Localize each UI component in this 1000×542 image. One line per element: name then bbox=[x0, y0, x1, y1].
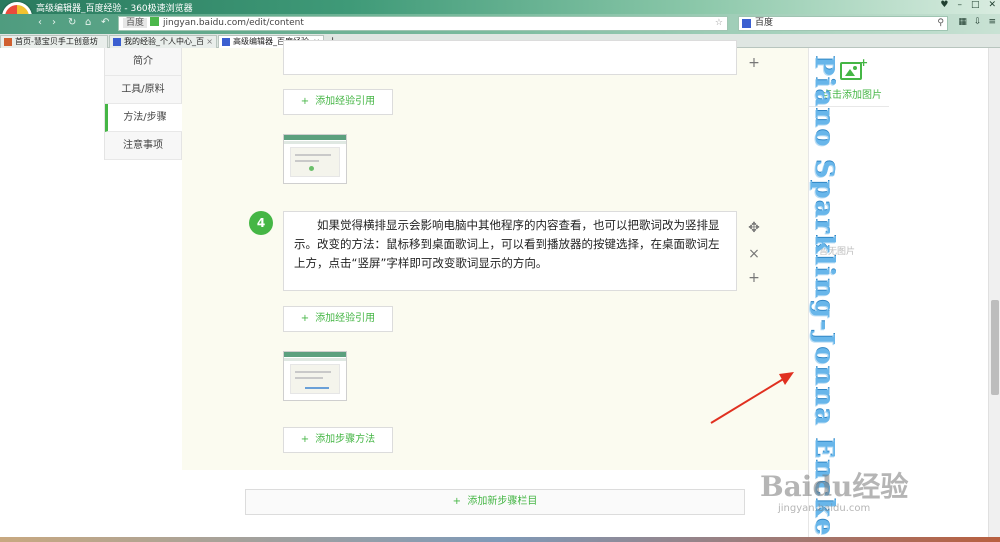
watermark-main: Baidu经验 bbox=[760, 470, 909, 503]
toolbar-right: ▦ ⇩ ≡ bbox=[958, 17, 996, 27]
search-icon[interactable]: ⚲ bbox=[937, 17, 944, 30]
home-icon[interactable]: ⌂ bbox=[85, 17, 91, 28]
address-bar[interactable]: 百度 jingyan.baidu.com/edit/content ☆ bbox=[118, 16, 728, 31]
plus-icon: + bbox=[300, 434, 310, 445]
plus-icon: + bbox=[452, 496, 468, 507]
add-icon[interactable]: + bbox=[747, 56, 761, 70]
window-titlebar: 高级编辑器_百度经验 - 360极速浏览器 ♥ – □ ✕ bbox=[0, 0, 1000, 14]
add-icon[interactable]: + bbox=[747, 271, 761, 285]
forward-icon[interactable]: › bbox=[52, 17, 56, 28]
tab-favicon-icon bbox=[222, 38, 230, 46]
add-section-label: 添加新步骤栏目 bbox=[467, 496, 538, 507]
search-input[interactable]: 百度 bbox=[755, 18, 773, 28]
baidu-watermark: Baidu经验 jingyan.baidu.com bbox=[760, 465, 908, 514]
tab-1[interactable]: 首页-慧宝贝手工创意坊 bbox=[0, 35, 108, 48]
nav-item-notes[interactable]: 注意事项 bbox=[105, 132, 182, 160]
nav-item-tools[interactable]: 工具/原料 bbox=[105, 76, 182, 104]
undo-icon[interactable]: ↶ bbox=[101, 17, 109, 28]
add-step-button[interactable]: + 添加步骤方法 bbox=[283, 427, 393, 453]
step-number-badge: 4 bbox=[249, 211, 273, 235]
reload-icon[interactable]: ↻ bbox=[68, 17, 76, 28]
tab-favicon-icon bbox=[113, 38, 121, 46]
back-icon[interactable]: ‹ bbox=[38, 17, 42, 28]
add-reference-button[interactable]: + 添加经验引用 bbox=[283, 89, 393, 115]
baidu-icon bbox=[742, 19, 751, 28]
tab-label: 我的经验_个人中心_百 bbox=[124, 37, 204, 46]
maximize-icon[interactable]: □ bbox=[971, 0, 980, 10]
plus-icon: + bbox=[300, 96, 310, 107]
minimize-icon[interactable]: – bbox=[957, 0, 962, 10]
step-4-text-box[interactable]: 如果觉得横排显示会影响电脑中其他程序的内容查看，也可以把歌词改为竖排显示。改变的… bbox=[283, 211, 737, 291]
plus-icon: + bbox=[300, 313, 310, 324]
bookmark-star-icon[interactable]: ☆ bbox=[715, 17, 723, 30]
menu-lines-icon[interactable]: ≡ bbox=[988, 17, 996, 27]
page-margin-left bbox=[0, 48, 104, 542]
url-text[interactable]: jingyan.baidu.com/edit/content bbox=[163, 18, 304, 28]
os-taskbar bbox=[0, 537, 1000, 542]
window-controls: ♥ – □ ✕ bbox=[940, 0, 996, 10]
scrollbar-thumb[interactable] bbox=[991, 300, 999, 395]
nav-item-steps[interactable]: 方法/步骤 bbox=[105, 104, 182, 132]
tab-label: 首页-慧宝贝手工创意坊 bbox=[15, 37, 98, 46]
add-reference-label: 添加经验引用 bbox=[315, 313, 376, 324]
step-4-image-thumbnail[interactable] bbox=[283, 351, 347, 401]
add-reference-label: 添加经验引用 bbox=[315, 96, 376, 107]
tab-2[interactable]: 我的经验_个人中心_百 × bbox=[109, 35, 217, 48]
extension-icon[interactable]: ▦ bbox=[958, 17, 967, 27]
tab-favicon-icon bbox=[4, 38, 12, 46]
page-scrollbar[interactable] bbox=[988, 48, 1000, 542]
search-box[interactable]: 百度 ⚲ bbox=[738, 16, 948, 31]
site-favicon-icon bbox=[150, 17, 160, 26]
add-step-label: 添加步骤方法 bbox=[315, 434, 376, 445]
window-title: 高级编辑器_百度经验 - 360极速浏览器 bbox=[36, 4, 193, 14]
delete-icon[interactable]: × bbox=[747, 247, 761, 261]
step-3-image-thumbnail[interactable] bbox=[283, 134, 347, 184]
close-icon[interactable]: ✕ bbox=[988, 0, 996, 10]
add-section-button[interactable]: + 添加新步骤栏目 bbox=[245, 489, 745, 515]
close-tab-icon[interactable]: × bbox=[206, 36, 213, 48]
section-nav: 简介 工具/原料 方法/步骤 注意事项 bbox=[104, 48, 182, 160]
address-tag: 百度 bbox=[123, 18, 148, 28]
menu-icon[interactable]: ♥ bbox=[940, 0, 948, 10]
add-reference-button[interactable]: + 添加经验引用 bbox=[283, 306, 393, 332]
move-icon[interactable]: ✥ bbox=[747, 221, 761, 235]
step-3-text-box[interactable] bbox=[283, 40, 737, 75]
step-4-text[interactable]: 如果觉得横排显示会影响电脑中其他程序的内容查看，也可以把歌词改为竖排显示。改变的… bbox=[284, 212, 736, 273]
nav-item-intro[interactable]: 简介 bbox=[105, 48, 182, 76]
plus-icon: + bbox=[859, 56, 869, 69]
download-icon[interactable]: ⇩ bbox=[974, 17, 982, 27]
toolbar: ‹ › ↻ ⌂ ↶ 百度 jingyan.baidu.com/edit/conte… bbox=[0, 14, 1000, 34]
